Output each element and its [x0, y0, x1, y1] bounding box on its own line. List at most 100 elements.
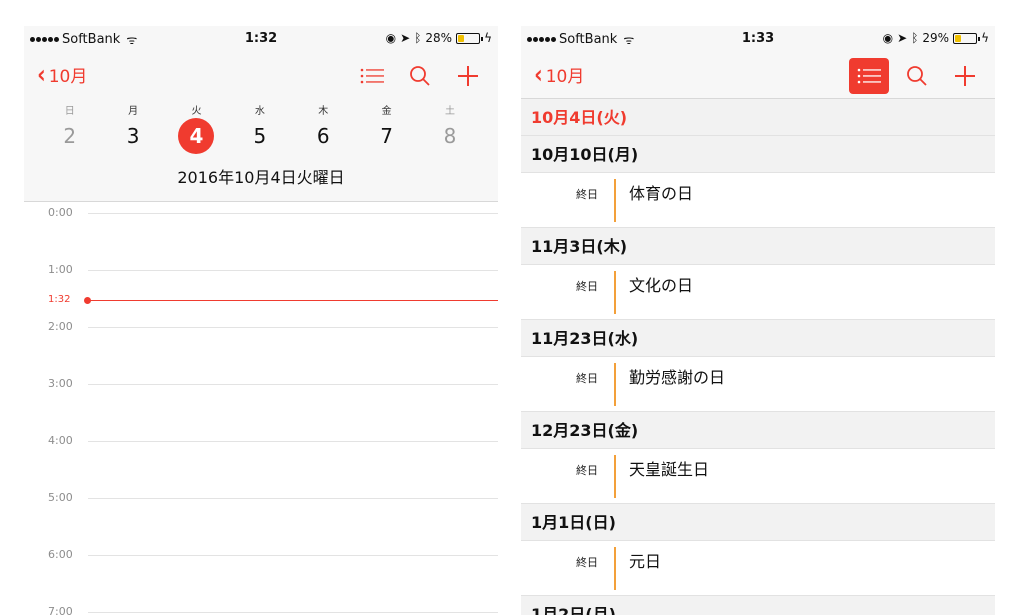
back-button[interactable]: ‹ 10月 [533, 59, 585, 90]
add-icon [458, 66, 478, 86]
day-section-header-today: 10月4日(火) [521, 99, 995, 136]
add-event-button[interactable] [945, 58, 985, 94]
day-section-header: 12月23日(金) [521, 412, 995, 449]
charging-icon: ϟ [484, 31, 492, 45]
add-event-button[interactable] [448, 58, 488, 94]
hour-row: 0:00 [24, 206, 498, 219]
full-date-title: 2016年10月4日火曜日 [177, 168, 345, 187]
week-header: 日 月 火 水 木 金 土 2 3 4 5 6 7 8 2016年10月4日火曜… [24, 98, 498, 202]
event-row[interactable]: 終日 文化の日 [521, 265, 995, 320]
hour-row: 7:00 [24, 605, 498, 615]
search-button[interactable] [400, 58, 440, 94]
current-time-label: 1:32 [48, 294, 71, 305]
event-row[interactable]: 終日 勤労感謝の日 [521, 357, 995, 412]
current-time-indicator: 1:32 [24, 294, 498, 305]
battery-percent: 29% [922, 31, 950, 45]
event-row[interactable]: 終日 天皇誕生日 [521, 449, 995, 504]
battery-icon [953, 32, 981, 44]
date-cell[interactable]: 3 [101, 124, 164, 154]
all-day-label: 終日 [576, 556, 598, 569]
calendar-color-bar [614, 271, 616, 314]
add-icon [955, 66, 975, 86]
event-title: 体育の日 [629, 184, 694, 203]
weekday-label: 火 [191, 106, 202, 117]
hour-gridline [88, 555, 498, 556]
weekday-label: 土 [445, 106, 456, 117]
hour-row: 1:00 [24, 263, 498, 276]
date-number: 6 [316, 124, 330, 148]
all-day-label: 終日 [576, 464, 598, 477]
back-label: 10月 [545, 67, 585, 87]
battery-percent: 28% [425, 31, 453, 45]
all-day-label: 終日 [576, 372, 598, 385]
date-number: 3 [126, 124, 140, 148]
weekday-label: 木 [318, 106, 329, 117]
hour-label: 1:00 [48, 263, 73, 276]
hour-row: 2:00 [24, 320, 498, 333]
search-icon [410, 66, 430, 86]
hour-label: 6:00 [48, 548, 73, 561]
phone-list-view: SoftBank ᯤ 1:33 ◉ ➤ ᛒ 29% ϟ ‹ 10月 10月4日(… [521, 26, 995, 615]
weekday-label: 月 [128, 106, 139, 117]
location-icon: ➤ [897, 31, 908, 45]
event-title: 勤労感謝の日 [629, 368, 726, 387]
hour-label: 0:00 [48, 206, 73, 219]
calendar-color-bar [614, 455, 616, 498]
calendar-color-bar [614, 179, 616, 222]
day-timeline[interactable]: 0:00 1:00 2:00 3:00 4:00 5:00 6:00 7:00 … [24, 202, 498, 615]
current-time-line [86, 300, 498, 301]
weekday-label: 水 [254, 106, 265, 117]
hour-gridline [88, 612, 498, 613]
hour-label: 2:00 [48, 320, 73, 333]
bluetooth-icon: ᛒ [911, 31, 919, 45]
hour-gridline [88, 384, 498, 385]
bluetooth-icon: ᛒ [414, 31, 422, 45]
hour-row: 6:00 [24, 548, 498, 561]
list-view-button[interactable] [352, 58, 392, 94]
hour-gridline [88, 327, 498, 328]
date-cell-selected[interactable]: 4 [165, 118, 228, 154]
date-cell[interactable]: 5 [228, 124, 291, 154]
date-number: 4 [178, 118, 215, 154]
event-title: 元日 [629, 552, 662, 571]
all-day-label: 終日 [576, 280, 598, 293]
weekday-label: 日 [64, 106, 75, 117]
all-day-label: 終日 [576, 188, 598, 201]
hour-row: 5:00 [24, 491, 498, 504]
battery-icon [456, 32, 484, 44]
weekday-labels: 日 月 火 水 木 金 土 [38, 102, 482, 117]
date-cell[interactable]: 2 [38, 124, 101, 154]
hour-gridline [88, 441, 498, 442]
hour-gridline [88, 498, 498, 499]
day-section-header: 1月2日(月) [521, 596, 995, 615]
event-row[interactable]: 終日 元日 [521, 541, 995, 596]
charging-icon: ϟ [981, 31, 989, 45]
hour-label: 5:00 [48, 491, 73, 504]
list-icon [360, 68, 384, 84]
hour-label: 4:00 [48, 434, 73, 447]
calendar-color-bar [614, 547, 616, 590]
weekday-label: 金 [381, 106, 392, 117]
date-cell[interactable]: 8 [418, 124, 481, 154]
date-number: 8 [443, 124, 457, 148]
list-view-button-active[interactable] [849, 58, 889, 94]
status-bar: SoftBank ᯤ 1:32 ◉ ➤ ᛒ 28% ϟ [24, 26, 498, 52]
day-section-header: 11月3日(木) [521, 228, 995, 265]
date-cell[interactable]: 7 [355, 124, 418, 154]
event-list[interactable]: 10月4日(火) 10月10日(月) 終日 体育の日 11月3日(木) 終日 文… [521, 98, 995, 615]
date-number: 7 [380, 124, 394, 148]
date-number: 5 [253, 124, 267, 148]
event-row[interactable]: 終日 体育の日 [521, 173, 995, 228]
location-icon: ➤ [400, 31, 411, 45]
day-section-header: 11月23日(水) [521, 320, 995, 357]
search-button[interactable] [897, 58, 937, 94]
date-number: 2 [63, 124, 77, 148]
back-chevron-icon: ‹ [534, 59, 543, 90]
date-cell[interactable]: 6 [292, 124, 355, 154]
event-title: 天皇誕生日 [629, 460, 710, 479]
back-button[interactable]: ‹ 10月 [36, 62, 87, 88]
hour-gridline [88, 270, 498, 271]
orientation-lock-icon: ◉ [385, 31, 397, 45]
calendar-color-bar [614, 363, 616, 406]
hour-label: 3:00 [48, 377, 73, 390]
